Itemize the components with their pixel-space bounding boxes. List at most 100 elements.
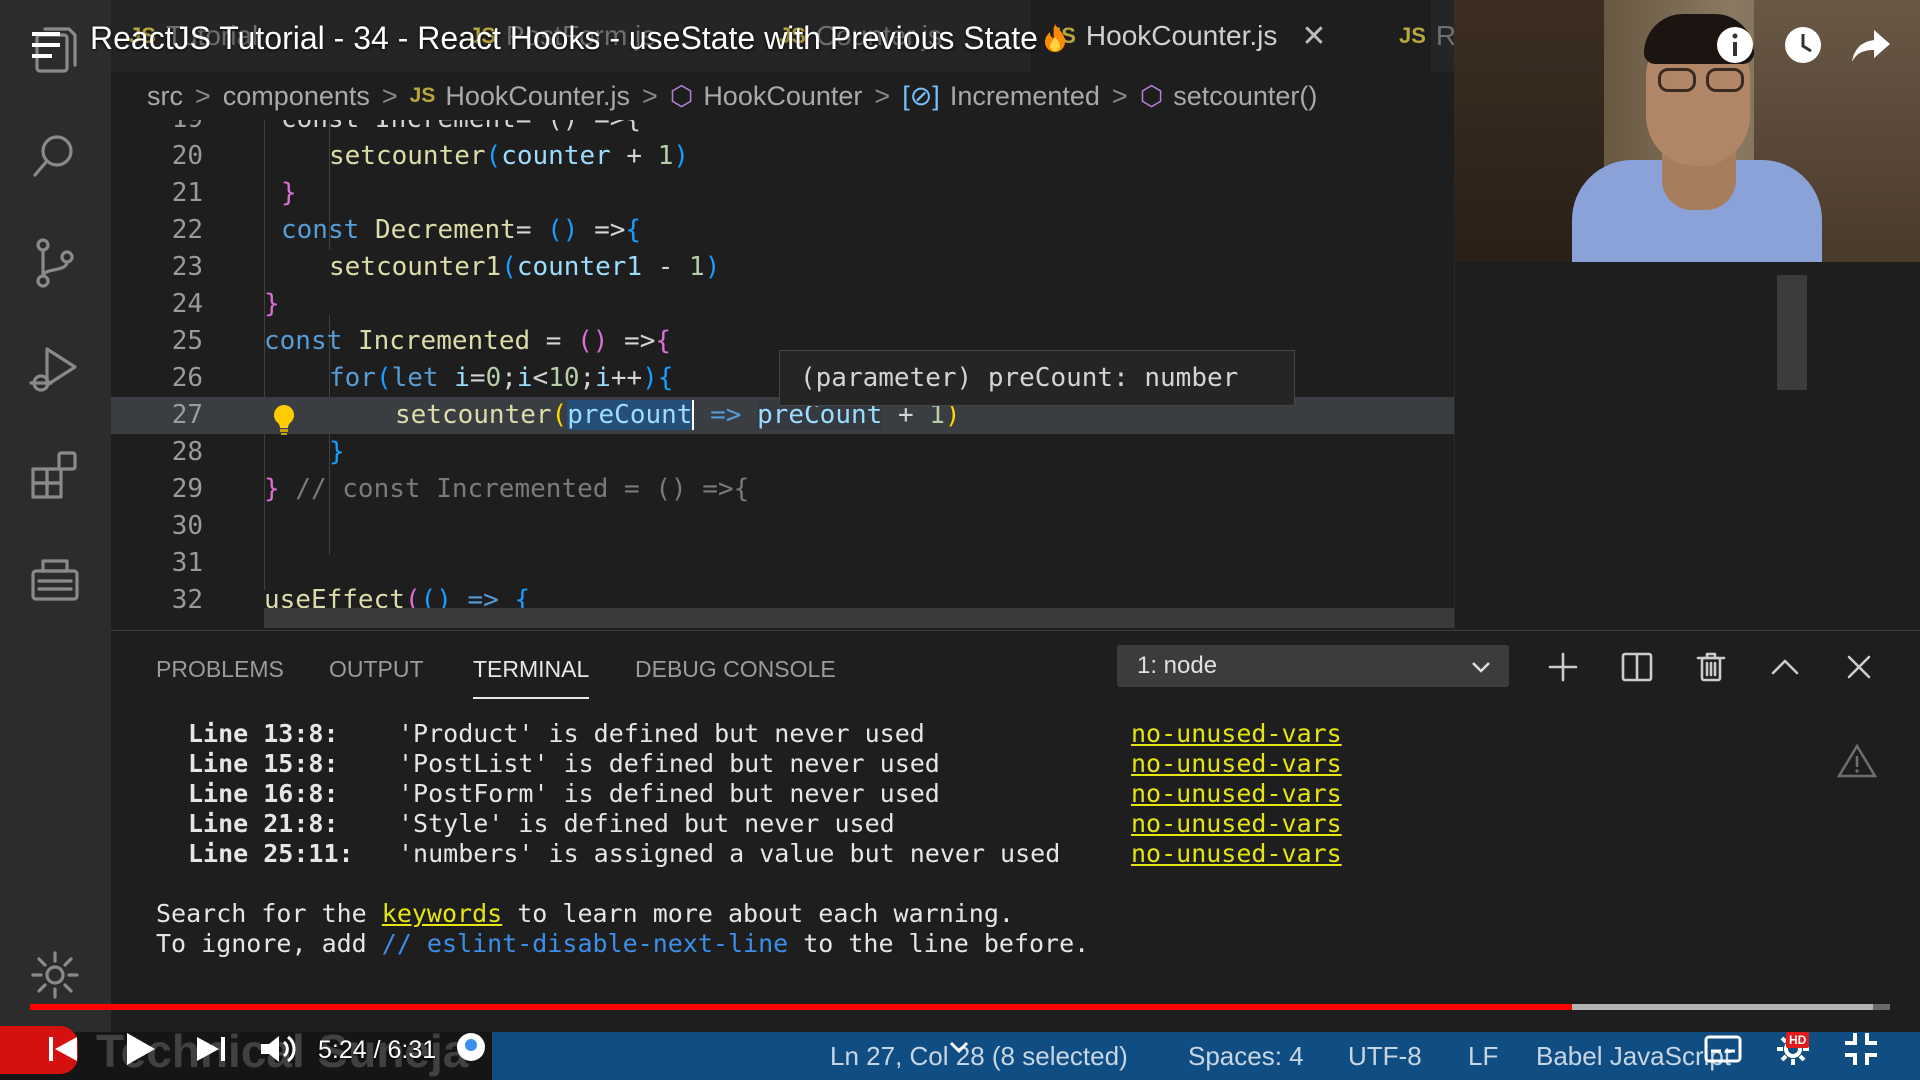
split-icon [1621, 652, 1653, 682]
tab-debug-console[interactable]: DEBUG CONSOLE [635, 649, 836, 699]
terminal-help-line: Search for the keywords to learn more ab… [156, 899, 1014, 929]
line-number: 28 [171, 437, 203, 467]
line-number: 27 [171, 400, 203, 430]
kill-terminal-button[interactable] [1691, 647, 1731, 687]
volume-button[interactable] [254, 1026, 300, 1072]
breadcrumb-item[interactable]: setcounter() [1173, 81, 1317, 112]
breadcrumb-item[interactable]: Incremented [950, 81, 1100, 112]
code-text: setcounter1(counter1 - 1) [329, 252, 721, 282]
eslint-rule-link[interactable]: no-unused-vars [1131, 809, 1342, 839]
skip-previous-icon [49, 1037, 77, 1061]
warning-location: Line 15:8: [188, 749, 339, 778]
search-icon[interactable] [24, 126, 86, 188]
warning-message: 'PostForm' is defined but never used [398, 779, 940, 808]
breadcrumb-item[interactable]: components [223, 81, 370, 112]
location-pin-button[interactable] [448, 1026, 494, 1072]
code-editor[interactable]: 19 const Increment= () =>{ 20 setcounter(c… [111, 120, 1454, 630]
end-of-line[interactable]: LF [1468, 1032, 1498, 1080]
trash-icon [1696, 652, 1726, 682]
remote-explorer-icon[interactable] [24, 550, 86, 612]
component-cube-icon: ⬡ [669, 80, 694, 111]
code-line: 21} [111, 175, 1454, 212]
line-number: 26 [171, 363, 203, 393]
help-text: to learn more about each warning. [502, 899, 1014, 928]
playlist-menu-icon[interactable] [32, 30, 68, 60]
tab-terminal[interactable]: TERMINAL [473, 649, 590, 699]
maximize-panel-button[interactable] [1765, 647, 1805, 687]
extensions-icon[interactable] [24, 444, 86, 506]
eslint-rule-link[interactable]: no-unused-vars [1131, 719, 1342, 749]
chevron-down-icon [1472, 662, 1490, 673]
js-file-icon: JS [409, 84, 436, 107]
eslint-rule-link[interactable]: no-unused-vars [1131, 779, 1342, 809]
tab-output[interactable]: OUTPUT [329, 649, 424, 699]
video-title-text: ReactJS Tutorial - 34 - React Hooks - us… [90, 20, 1038, 56]
webcam-presenter [1706, 68, 1744, 92]
line-number: 19 [111, 120, 203, 138]
chevron-down-icon [949, 1041, 969, 1054]
chevron-right-icon: > [874, 80, 891, 111]
hover-text: (parameter) preCount: number [800, 363, 1239, 393]
line-number: 20 [171, 141, 203, 171]
code-text: const Decrement= () =>{ [281, 215, 642, 245]
breadcrumb-item[interactable]: HookCounter [703, 81, 862, 112]
video-title[interactable]: ReactJS Tutorial - 34 - React Hooks - us… [90, 20, 1066, 57]
exit-fullscreen-icon [1845, 1033, 1877, 1065]
info-icon[interactable] [1714, 24, 1756, 66]
warning-message: 'Product' is defined but never used [398, 719, 925, 748]
plus-icon [1548, 652, 1578, 682]
captions-button[interactable] [1700, 1026, 1746, 1072]
code-line: 29} // const Incremented = () =>{ [111, 471, 1454, 508]
warning-triangle-icon [1837, 743, 1877, 778]
play-button[interactable] [116, 1026, 162, 1072]
line-number: 31 [171, 548, 203, 578]
exit-fullscreen-button[interactable] [1838, 1026, 1884, 1072]
chevron-right-icon: > [1111, 80, 1128, 111]
new-terminal-button[interactable] [1543, 647, 1583, 687]
breadcrumb-item[interactable]: src [147, 81, 183, 112]
line-number: 24 [171, 289, 203, 319]
source-control-icon[interactable] [24, 232, 86, 294]
code-text: } [264, 289, 280, 319]
chevron-up-icon [1771, 659, 1799, 675]
bottom-panel: PROBLEMS OUTPUT TERMINAL DEBUG CONSOLE 1… [111, 630, 1920, 1002]
warning-location: Line 16:8: [188, 779, 339, 808]
lightbulb-icon[interactable] [271, 403, 297, 437]
share-arrow-icon[interactable] [1850, 24, 1892, 66]
line-number: 32 [171, 585, 203, 615]
next-button[interactable] [188, 1026, 234, 1072]
expand-button[interactable] [936, 1026, 982, 1072]
warning-row: Line 25:11: [188, 839, 354, 869]
eslint-rule-link[interactable]: no-unused-vars [1131, 839, 1342, 869]
webcam-overlay [1454, 0, 1920, 262]
hd-badge: HD [1786, 1032, 1810, 1048]
run-debug-icon[interactable] [24, 338, 86, 400]
file-encoding[interactable]: UTF-8 [1348, 1032, 1422, 1080]
volume-icon [261, 1035, 296, 1063]
code-text: const Incremented = () =>{ [264, 326, 672, 356]
close-panel-button[interactable] [1839, 647, 1879, 687]
tab-label: HookCounter.js [1085, 20, 1278, 51]
tab-problems[interactable]: PROBLEMS [156, 649, 284, 699]
progress-played [30, 1004, 1572, 1010]
terminal-select[interactable]: 1: node [1117, 645, 1509, 687]
minimap[interactable] [1454, 262, 1920, 630]
warning-row: Line 21:8: [188, 809, 339, 839]
indentation[interactable]: Spaces: 4 [1188, 1032, 1304, 1080]
eslint-rule-link[interactable]: no-unused-vars [1131, 749, 1342, 779]
vertical-scrollbar[interactable] [1777, 275, 1807, 390]
warning-message: 'numbers' is assigned a value but never … [398, 839, 1061, 868]
watch-later-clock-icon[interactable] [1782, 24, 1824, 66]
split-terminal-button[interactable] [1617, 647, 1657, 687]
video-progress-bar[interactable] [30, 1004, 1890, 1010]
code-line: 28} [111, 434, 1454, 471]
keywords-link[interactable]: keywords [382, 899, 502, 928]
code-line: 23 setcounter1(counter1 - 1) [111, 249, 1454, 286]
close-tab-icon[interactable]: ✕ [1301, 19, 1326, 54]
settings-gear-icon[interactable] [24, 944, 86, 1006]
previous-button[interactable] [40, 1026, 86, 1072]
horizontal-scrollbar[interactable] [264, 608, 1454, 628]
code-text: setcounter(counter + 1) [329, 141, 690, 171]
breadcrumb-item[interactable]: HookCounter.js [445, 81, 630, 112]
tab-hookcounter[interactable]: JS HookCounter.js ✕ [1031, 0, 1431, 72]
